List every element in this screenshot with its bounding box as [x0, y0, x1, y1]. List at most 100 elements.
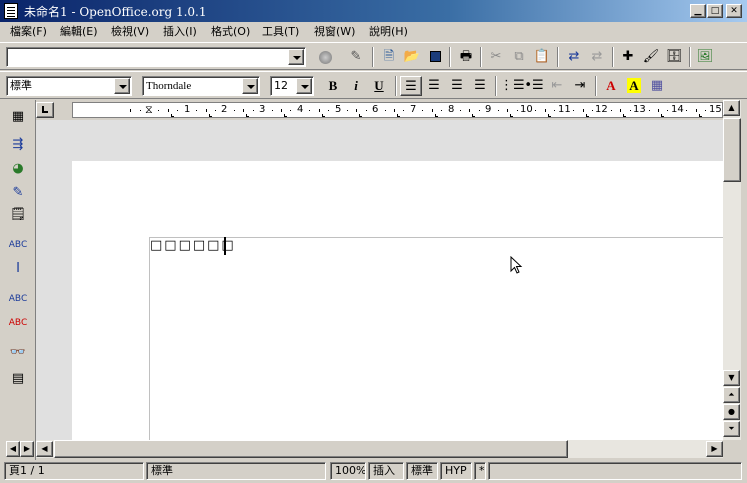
paragraph-style-combobox[interactable]: 標準 [6, 76, 132, 96]
italic-button[interactable]: i [345, 76, 367, 96]
insert-mode-indicator[interactable]: 插入 [368, 462, 404, 480]
scroll-right-button[interactable]: ▶ [706, 441, 723, 457]
horizontal-ruler[interactable]: ⧖ 1 2 3 4 5 6 7 8 9 10 11 12 13 14 15 [72, 102, 723, 118]
tab-stop-marker[interactable] [359, 114, 362, 117]
form-functions-button[interactable]: 🗒 [6, 204, 30, 226]
cut-button[interactable]: ✂ [485, 47, 507, 67]
minimize-button[interactable]: ▁ [690, 4, 706, 18]
hyphenation-indicator[interactable]: HYP [440, 462, 472, 480]
align-left-button[interactable]: ☰ [400, 76, 422, 96]
menu-view[interactable]: 檢視(V) [107, 24, 153, 40]
font-color-button[interactable]: A [600, 76, 622, 96]
scroll-left-button[interactable]: ◀ [36, 441, 53, 457]
menu-window[interactable]: 視窗(W) [310, 24, 359, 40]
tab-stop-marker[interactable] [699, 114, 702, 117]
numbering-button[interactable]: ⋮☰ [500, 76, 525, 96]
ruler-tick [658, 109, 659, 112]
insert-fields-button[interactable]: ⇶ [6, 134, 30, 156]
indent-marker-icon[interactable]: ⧖ [145, 104, 153, 116]
tab-stop-marker[interactable] [397, 114, 400, 117]
navigator-button[interactable]: ✚ [617, 47, 639, 67]
copy-button[interactable]: ⧉ [508, 47, 530, 67]
insert-object-button[interactable]: ◕ [6, 158, 30, 180]
maximize-button[interactable]: □ [707, 4, 723, 18]
menu-help[interactable]: 說明(H) [365, 24, 412, 40]
justify-button[interactable]: ☰ [469, 76, 491, 96]
font-name-combobox[interactable]: Thorndale [142, 76, 260, 96]
data-source-view-button[interactable]: ▤ [6, 368, 30, 390]
gallery-button[interactable]: 🖼 [694, 47, 716, 67]
navigation-button[interactable]: ● [723, 404, 740, 420]
document-text[interactable]: □□□□□□ [150, 238, 236, 253]
tab-stop-marker[interactable] [435, 114, 438, 117]
print-button[interactable]: 🖶 [455, 47, 477, 67]
tab-stop-marker[interactable] [209, 114, 212, 117]
tab-stop-marker[interactable] [284, 114, 287, 117]
load-url-button[interactable] [314, 47, 336, 67]
url-dropdown-button[interactable] [288, 49, 304, 65]
save-button[interactable] [424, 47, 446, 67]
tab-stop-marker[interactable] [510, 114, 513, 117]
zoom-indicator[interactable]: 100% [330, 462, 366, 480]
font-size-dropdown-button[interactable] [296, 78, 312, 94]
arrow-right-icon: ▶ [23, 444, 31, 453]
highlight-button[interactable]: A [623, 76, 645, 96]
scroll-down-button[interactable]: ▼ [723, 370, 740, 386]
find-replace-button[interactable]: 👓 [6, 342, 30, 364]
spellcheck-button[interactable]: ABC [6, 288, 30, 310]
tab-stop-marker[interactable] [586, 114, 589, 117]
tab-stop-marker[interactable] [472, 114, 475, 117]
bullets-button[interactable]: •☰ [523, 76, 545, 96]
scroll-right-button-small[interactable]: ▶ [20, 441, 34, 457]
tab-stop-marker[interactable] [246, 114, 249, 117]
underline-button[interactable]: U [368, 76, 390, 96]
edit-autotext-button[interactable]: ABC [6, 234, 30, 256]
show-draw-functions-button[interactable]: ✎ [6, 182, 30, 204]
horizontal-scroll-thumb[interactable] [54, 440, 568, 458]
menu-insert[interactable]: 插入(I) [159, 24, 201, 40]
tab-stop-marker[interactable] [171, 114, 174, 117]
stylist-button[interactable]: 🖌 [640, 47, 662, 67]
title-bar[interactable]: 未命名1 - OpenOffice.org 1.0.1 ▁ □ ✕ [0, 0, 747, 22]
new-document-button[interactable]: 🗎 [378, 47, 400, 67]
tab-type-selector[interactable] [36, 102, 54, 118]
insert-table-button[interactable]: ▦ [6, 106, 30, 128]
menu-file[interactable]: 檔案(F) [6, 24, 51, 40]
tab-stop-marker[interactable] [548, 114, 551, 117]
open-button[interactable]: 📂 [401, 47, 423, 67]
scroll-up-button[interactable]: ▲ [723, 100, 740, 116]
tab-stop-marker[interactable] [322, 114, 325, 117]
align-center-button[interactable]: ☰ [423, 76, 445, 96]
font-size-combobox[interactable]: 12 [270, 76, 314, 96]
paragraph-style-dropdown-button[interactable] [114, 78, 130, 94]
align-right-button[interactable]: ☰ [446, 76, 468, 96]
previous-page-button[interactable]: ⏶ [723, 387, 740, 403]
menu-tools[interactable]: 工具(T) [258, 24, 303, 40]
page-style-indicator[interactable]: 標準 [146, 462, 326, 480]
data-sources-button[interactable]: 🗄 [663, 47, 685, 67]
url-combobox[interactable] [6, 47, 306, 67]
tab-stop-marker[interactable] [623, 114, 626, 117]
font-name-dropdown-button[interactable] [242, 78, 258, 94]
close-button[interactable]: ✕ [726, 4, 742, 18]
arrow-down-icon: ▼ [728, 373, 735, 382]
auto-spellcheck-button[interactable]: ABC [6, 312, 30, 334]
new-document-icon: 🗎 [383, 49, 395, 64]
increase-indent-button[interactable]: ⇥ [569, 76, 591, 96]
redo-button[interactable]: ⇄ [586, 47, 608, 67]
undo-button[interactable]: ⇄ [563, 47, 585, 67]
selection-mode-indicator[interactable]: 標準 [406, 462, 438, 480]
decrease-indent-button[interactable]: ⇤ [546, 76, 568, 96]
direct-cursor-button[interactable]: I [6, 258, 30, 280]
background-color-button[interactable]: ▦ [646, 76, 668, 96]
page-indicator[interactable]: 頁1 / 1 [4, 462, 144, 480]
vertical-scroll-thumb[interactable] [723, 118, 741, 182]
menu-edit[interactable]: 編輯(E) [56, 24, 102, 40]
paste-button[interactable]: 📋 [531, 47, 553, 67]
bold-button[interactable]: B [322, 76, 344, 96]
edit-file-button[interactable]: ✎ [345, 47, 367, 67]
tab-stop-marker[interactable] [661, 114, 664, 117]
scroll-left-button-small[interactable]: ◀ [6, 441, 20, 457]
menu-format[interactable]: 格式(O) [207, 24, 254, 40]
next-page-button[interactable]: ⏷ [723, 421, 740, 437]
